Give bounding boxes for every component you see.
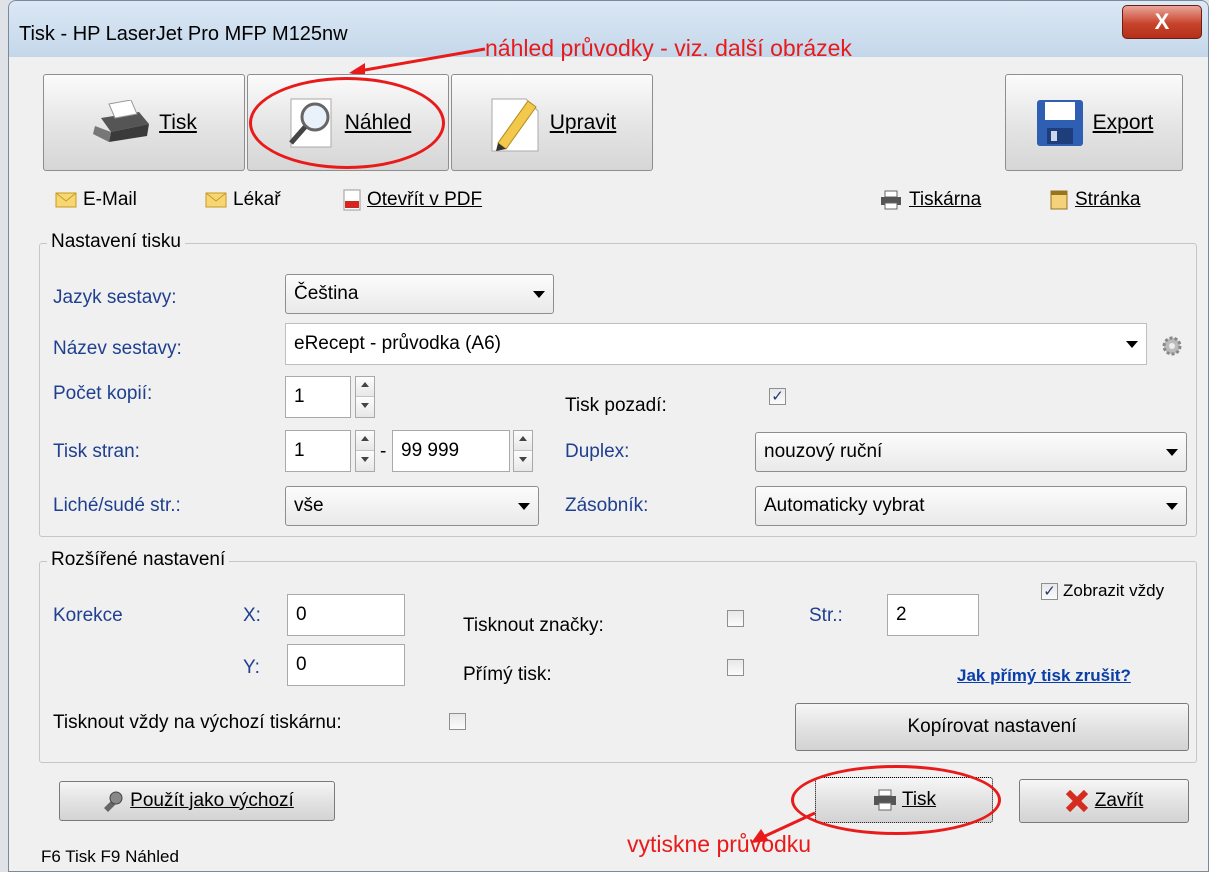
doctor-link[interactable]: Lékař: [205, 189, 281, 211]
default-printer-checkbox[interactable]: [449, 713, 466, 730]
close-icon: [1065, 789, 1089, 813]
page-link[interactable]: Stránka: [1049, 189, 1140, 211]
cancel-direct-print-link[interactable]: Jak přímý tisk zrušit?: [957, 666, 1131, 686]
doctor-link-label: Lékař: [233, 189, 281, 210]
pages-dash: -: [380, 441, 387, 462]
duplex-select[interactable]: nouzový ruční: [755, 432, 1187, 472]
report-label: Název sestavy:: [53, 338, 182, 359]
open-pdf-link[interactable]: Otevřít v PDF: [343, 189, 482, 211]
odd-even-value: vše: [294, 495, 324, 516]
x-correction-input[interactable]: 0: [287, 594, 405, 636]
print-toolbar-label: Tisk: [159, 110, 197, 134]
copies-label: Počet kopií:: [53, 383, 153, 404]
x-label: X:: [243, 605, 261, 626]
edit-toolbar-label: Upravit: [549, 110, 617, 134]
tray-value: Automaticky vybrat: [764, 495, 925, 516]
y-label: Y:: [243, 657, 260, 678]
chevron-down-icon: [1166, 449, 1178, 456]
chevron-down-icon: [1166, 503, 1178, 510]
tray-label: Zásobník:: [565, 495, 649, 516]
copies-stepper[interactable]: [355, 376, 375, 418]
page-number-input[interactable]: 2: [887, 594, 979, 636]
copies-input[interactable]: 1: [285, 376, 351, 418]
advanced-settings-title: Rozšířené nastavení: [47, 549, 230, 571]
duplex-label: Duplex:: [565, 441, 630, 462]
marks-checkbox[interactable]: [727, 610, 744, 627]
report-value: eRecept - průvodka (A6): [294, 333, 501, 354]
use-as-default-label: Použít jako výchozí: [130, 790, 294, 811]
status-bar: F6 Tisk F9 Náhled: [41, 847, 179, 866]
edit-toolbar-button[interactable]: Upravit: [451, 74, 653, 171]
marks-label: Tisknout značky:: [463, 615, 604, 636]
chevron-down-icon: [533, 291, 545, 298]
page-setup-icon: [1049, 189, 1069, 211]
printer-small-icon: [879, 190, 903, 210]
printer-icon: [91, 99, 151, 146]
use-as-default-button[interactable]: Použít jako výchozí: [59, 781, 335, 821]
direct-print-checkbox[interactable]: [727, 659, 744, 676]
default-printer-label: Tisknout vždy na výchozí tiskárnu:: [53, 712, 342, 733]
floppy-disk-icon: [1035, 98, 1085, 148]
open-pdf-link-label: Otevřít v PDF: [367, 189, 483, 210]
chevron-down-icon: [1126, 341, 1138, 348]
close-button[interactable]: Zavřít: [1019, 779, 1189, 823]
pin-icon: [100, 790, 124, 812]
pages-to-stepper[interactable]: [513, 430, 533, 472]
show-always-checkbox[interactable]: ✓: [1041, 583, 1058, 600]
background-checkbox[interactable]: ✓: [769, 388, 786, 405]
export-toolbar-label: Export: [1092, 110, 1154, 134]
gear-icon[interactable]: [1161, 335, 1183, 357]
page-number-label: Str.:: [809, 605, 843, 626]
print-settings-title: Nastavení tisku: [47, 231, 185, 253]
pages-from-input[interactable]: 1: [285, 430, 351, 472]
printer-link[interactable]: Tiskárna: [879, 189, 981, 211]
odd-even-select[interactable]: vše: [285, 486, 539, 526]
email-link[interactable]: E-Mail: [55, 189, 137, 211]
tray-select[interactable]: Automaticky vybrat: [755, 486, 1187, 526]
pages-label: Tisk stran:: [53, 441, 140, 462]
annotation-print: vytiskne průvodku: [627, 831, 812, 857]
print-toolbar-button[interactable]: Tisk: [43, 74, 245, 171]
email-link-label: E-Mail: [83, 189, 137, 210]
envelope-icon: [55, 192, 77, 208]
page-link-label: Stránka: [1075, 189, 1141, 210]
background-label: Tisk pozadí:: [565, 395, 667, 416]
y-correction-input[interactable]: 0: [287, 644, 405, 686]
direct-print-label: Přímý tisk:: [463, 664, 552, 685]
print-dialog: Tisk - HP LaserJet Pro MFP M125nw X náhl…: [8, 0, 1209, 872]
odd-even-label: Liché/sudé str.:: [53, 495, 181, 516]
duplex-value: nouzový ruční: [764, 441, 883, 462]
language-value: Čeština: [294, 283, 359, 304]
export-toolbar-button[interactable]: Export: [1005, 74, 1183, 171]
window-title: Tisk - HP LaserJet Pro MFP M125nw: [19, 23, 348, 45]
copy-settings-button[interactable]: Kopírovat nastavení: [795, 703, 1189, 751]
annotation-preview: náhled průvodky - viz. další obrázek: [485, 35, 852, 61]
pages-to-input[interactable]: 99 999: [392, 430, 510, 472]
correction-label: Korekce: [53, 605, 123, 626]
printer-link-label: Tiskárna: [909, 189, 982, 210]
pages-from-stepper[interactable]: [355, 430, 375, 472]
report-select[interactable]: eRecept - průvodka (A6): [285, 323, 1147, 365]
pdf-icon: [343, 189, 361, 211]
show-always-label: Zobrazit vždy: [1063, 581, 1165, 600]
language-label: Jazyk sestavy:: [53, 287, 177, 308]
close-window-button[interactable]: X: [1122, 5, 1202, 39]
close-button-label: Zavřít: [1094, 790, 1144, 811]
pencil-icon: [488, 93, 542, 153]
envelope-icon: [205, 192, 227, 208]
chevron-down-icon: [518, 503, 530, 510]
language-select[interactable]: Čeština: [285, 274, 554, 314]
annotation-ellipse-preview: [249, 77, 445, 169]
